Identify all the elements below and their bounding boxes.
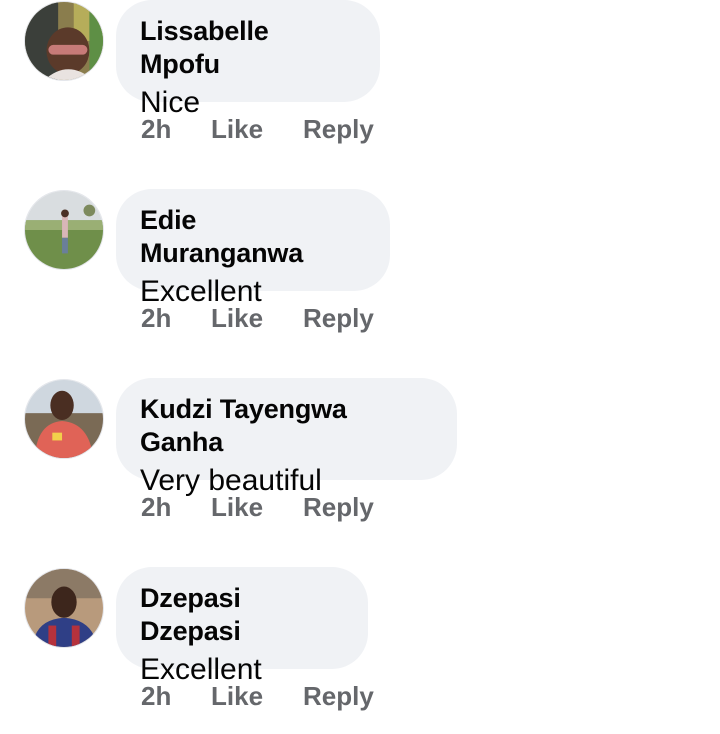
avatar[interactable] — [24, 1, 104, 81]
like-button[interactable]: Like — [211, 492, 303, 523]
comment-author[interactable]: Lissabelle Mpofu — [140, 15, 354, 81]
comment-bubble: Kudzi Tayengwa Ganha Very beautiful — [116, 378, 457, 497]
reply-button[interactable]: Reply — [303, 492, 374, 523]
reply-button[interactable]: Reply — [303, 114, 374, 145]
comment-item: Lissabelle Mpofu Nice 2h Like Reply — [0, 0, 720, 189]
avatar[interactable] — [24, 379, 104, 459]
profile-photo-icon — [25, 569, 103, 647]
comment-author[interactable]: Dzepasi Dzepasi — [140, 582, 342, 648]
reply-button[interactable]: Reply — [303, 681, 374, 712]
comment-actions: 2h Like Reply — [141, 303, 374, 334]
avatar[interactable] — [24, 568, 104, 648]
comment-actions: 2h Like Reply — [141, 681, 374, 712]
reply-button[interactable]: Reply — [303, 303, 374, 334]
profile-photo-icon — [25, 2, 103, 80]
comment-item: Edie Muranganwa Excellent 2h Like Reply — [0, 189, 720, 378]
comment-actions: 2h Like Reply — [141, 492, 374, 523]
comment-actions: 2h Like Reply — [141, 114, 374, 145]
comment-item: Dzepasi Dzepasi Excellent 2h Like Reply — [0, 567, 720, 734]
comment-bubble: Lissabelle Mpofu Nice — [116, 0, 380, 119]
comment-bubble: Edie Muranganwa Excellent — [116, 189, 390, 308]
comment-author[interactable]: Edie Muranganwa — [140, 204, 364, 270]
profile-photo-icon — [25, 380, 103, 458]
comment-author[interactable]: Kudzi Tayengwa Ganha — [140, 393, 431, 459]
like-button[interactable]: Like — [211, 114, 303, 145]
comment-timestamp[interactable]: 2h — [141, 681, 211, 712]
comment-timestamp[interactable]: 2h — [141, 303, 211, 334]
comment-thread: Lissabelle Mpofu Nice 2h Like Reply Edie… — [0, 0, 720, 734]
like-button[interactable]: Like — [211, 303, 303, 334]
avatar[interactable] — [24, 190, 104, 270]
like-button[interactable]: Like — [211, 681, 303, 712]
comment-bubble: Dzepasi Dzepasi Excellent — [116, 567, 368, 686]
comment-item: Kudzi Tayengwa Ganha Very beautiful 2h L… — [0, 378, 720, 567]
comment-timestamp[interactable]: 2h — [141, 492, 211, 523]
comment-timestamp[interactable]: 2h — [141, 114, 211, 145]
profile-photo-icon — [25, 191, 103, 269]
